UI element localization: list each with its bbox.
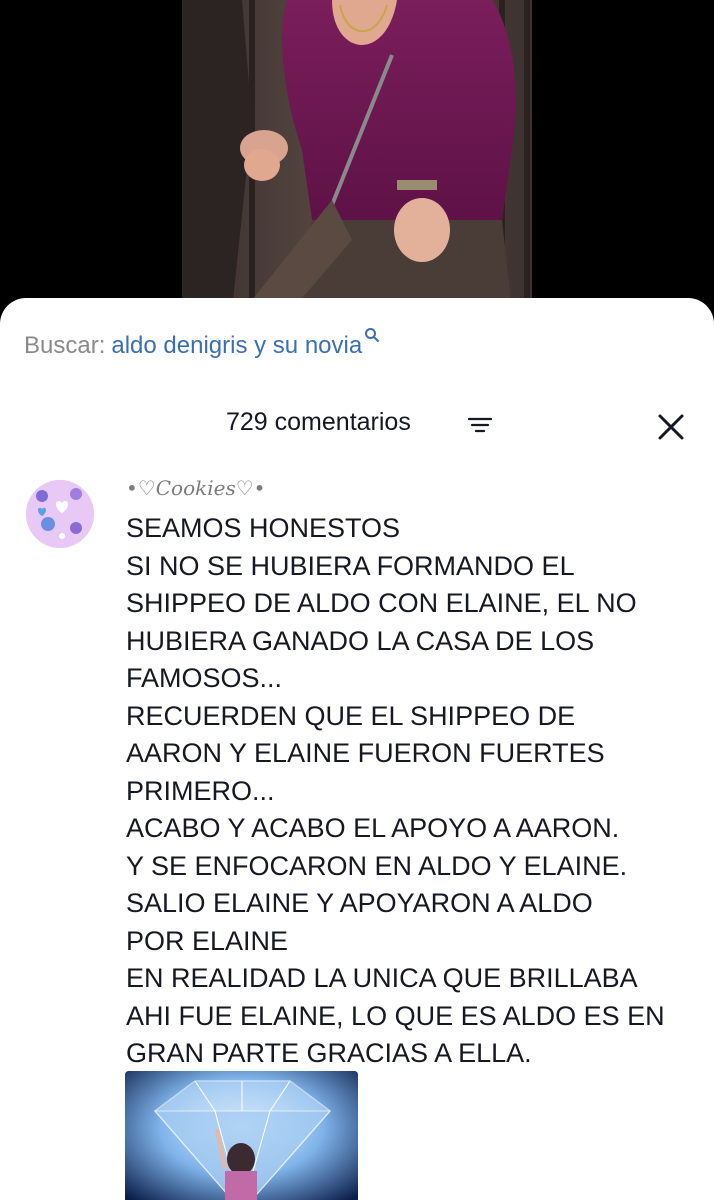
- comment-line: ACABO Y ACABO EL APOYO A AARON.: [126, 813, 620, 843]
- video-frame: [182, 0, 532, 310]
- comments-sheet: Buscar: aldo denigris y su novia 729 come…: [0, 298, 714, 1200]
- search-label: Buscar:: [24, 332, 106, 359]
- comments-header: 729 comentarios: [0, 402, 714, 442]
- comment-line: EN REALIDAD LA UNICA QUE BRILLABA: [126, 963, 638, 993]
- comment-line: Y SE ENFOCARON EN ALDO Y ELAINE.: [126, 850, 628, 881]
- comment-line: GRAN PARTE GRACIAS A ELLA.: [126, 1038, 532, 1068]
- comment-line: SHIPPEO DE ALDO CON ELAINE, EL NO: [126, 588, 637, 618]
- search-icon: [364, 322, 380, 350]
- comment-line: FAMOSOS...: [126, 663, 283, 693]
- comment-count: 729 comentarios: [226, 408, 411, 436]
- comment-line: SEAMOS HONESTOS: [126, 513, 401, 543]
- comment-username[interactable]: •♡Cookies♡•: [126, 476, 265, 500]
- comment-attached-image[interactable]: [125, 1071, 358, 1200]
- search-suggestion[interactable]: Buscar: aldo denigris y su novia: [24, 328, 380, 360]
- comment-line: AARON Y ELAINE FUERON FUERTES: [126, 738, 605, 768]
- comment-line: POR ELAINE: [126, 925, 289, 956]
- comment-text: SEAMOS HONESTOS SI NO SE HUBIERA FORMAND…: [126, 510, 706, 1073]
- close-icon[interactable]: [656, 412, 686, 442]
- comment-line: AHI FUE ELAINE, LO QUE ES ALDO ES EN: [126, 1000, 665, 1031]
- comment-line: RECUERDEN QUE EL SHIPPEO DE: [126, 700, 576, 731]
- search-query-link[interactable]: aldo denigris y su novia: [111, 332, 362, 359]
- avatar[interactable]: [26, 480, 94, 548]
- comment-line: HUBIERA GANADO LA CASA DE LOS: [126, 625, 595, 656]
- video-player[interactable]: [182, 0, 532, 310]
- screen: Buscar: aldo denigris y su novia 729 come…: [0, 0, 714, 1200]
- comment-line: SALIO ELAINE Y APOYARON A ALDO: [126, 888, 593, 918]
- comment-line: PRIMERO...: [126, 775, 275, 806]
- comment-line: SI NO SE HUBIERA FORMANDO EL: [126, 550, 575, 581]
- filter-icon[interactable]: [467, 417, 493, 438]
